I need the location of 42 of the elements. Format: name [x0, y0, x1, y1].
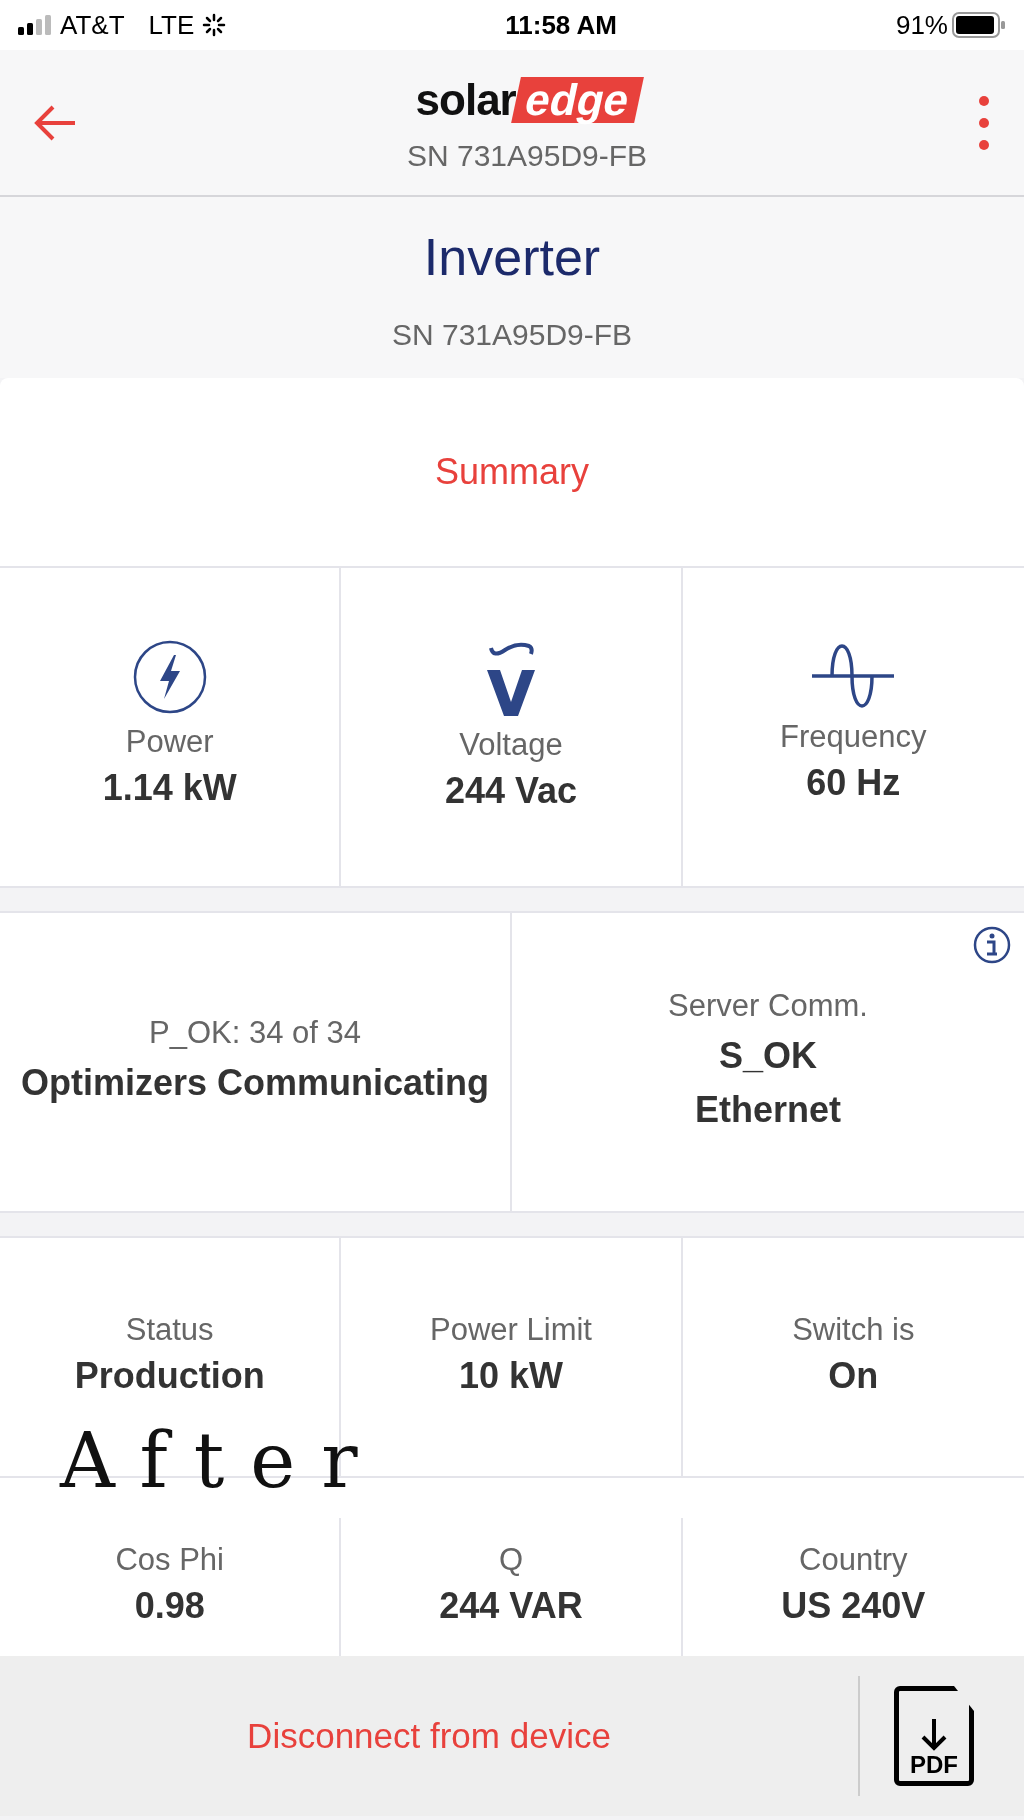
detail-value: 0.98 [134, 1584, 205, 1629]
loading-spinner-icon [202, 13, 227, 37]
summary-tab[interactable]: Summary [435, 445, 589, 499]
handwritten-note: After [58, 1415, 385, 1507]
detail-label: Cos Phi [115, 1540, 224, 1579]
battery-percent: 91% [895, 8, 948, 42]
metric-label: Frequency [780, 717, 927, 756]
download-arrow-icon [919, 1717, 949, 1753]
serial-number: SN 731A95D9-FB [406, 138, 648, 174]
status-label: Server Comm. [668, 986, 868, 1025]
metric-label: Power [125, 722, 214, 761]
signal-icon [18, 15, 52, 35]
detail-label: Country [799, 1540, 908, 1579]
detail-label: Status [125, 1310, 214, 1349]
detail-value: On [828, 1354, 879, 1399]
pdf-download-button[interactable]: PDF [858, 1676, 1008, 1796]
page-title: Inverter [423, 227, 601, 288]
metric-value: 1.14 kW [102, 766, 237, 811]
carrier-name: AT&T [60, 8, 125, 42]
clock-time: 11:58 AM [505, 8, 617, 42]
detail-value: US 240V [781, 1584, 926, 1629]
detail-label: Q [498, 1540, 524, 1579]
lightning-bolt-icon [131, 638, 208, 715]
disconnect-link[interactable]: Disconnect from device [0, 1708, 858, 1764]
status-value: Ethernet [695, 1088, 841, 1133]
back-arrow-icon [33, 104, 77, 141]
metric-label: Voltage [459, 725, 563, 764]
battery-icon [952, 12, 1006, 38]
detail-label: Power Limit [430, 1310, 592, 1349]
detail-value: 244 VAR [439, 1584, 583, 1629]
detail-value: 10 kW [458, 1354, 563, 1399]
serial-number: SN 731A95D9-FB [391, 317, 633, 353]
metric-value: 60 Hz [806, 761, 901, 806]
status-value: S_OK [718, 1034, 817, 1079]
status-label: P_OK: 34 of 34 [149, 1013, 361, 1052]
metric-value: 244 Vac [444, 769, 578, 814]
info-icon[interactable] [972, 925, 1012, 965]
status-value: Optimizers Communicating [20, 1061, 490, 1106]
detail-label: Switch is [792, 1310, 915, 1349]
sine-wave-icon [810, 643, 897, 710]
detail-value: Production [74, 1354, 265, 1399]
network-type: LTE [148, 8, 195, 42]
